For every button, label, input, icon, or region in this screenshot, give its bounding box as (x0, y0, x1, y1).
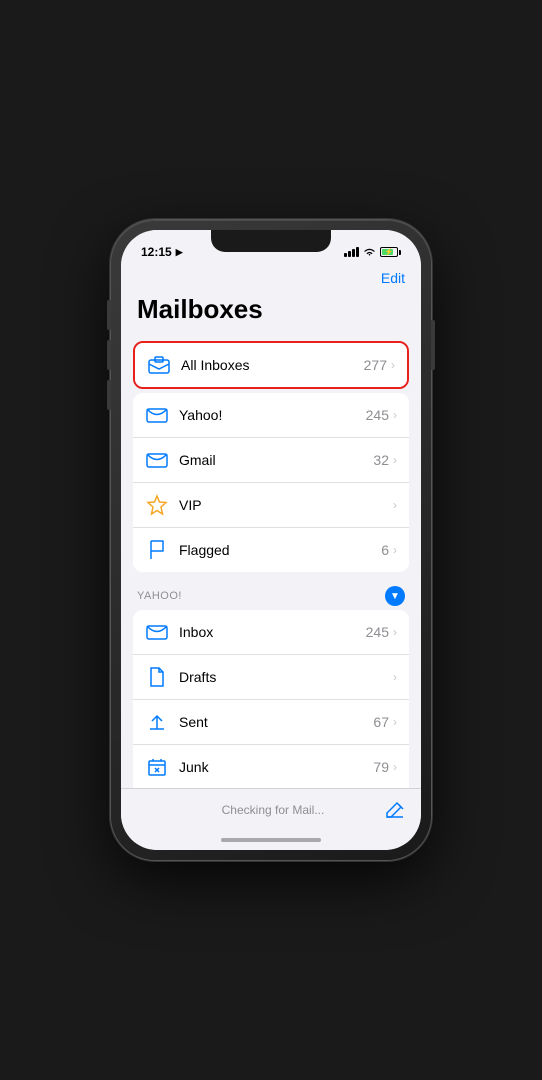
vip-label: VIP (179, 497, 389, 513)
status-time: 12:15 ▶ (141, 245, 183, 259)
home-indicator (121, 830, 421, 850)
signal-icon (344, 247, 359, 257)
battery-icon: ⚡ (380, 247, 401, 257)
mailbox-item-all-inboxes[interactable]: All Inboxes 277 › (135, 343, 407, 387)
home-bar (221, 838, 321, 842)
mailbox-item-flagged[interactable]: Flagged 6 › (133, 528, 409, 572)
yahoo-drafts-label: Drafts (179, 669, 389, 685)
checking-status: Checking for Mail... (161, 803, 385, 817)
page-title: Mailboxes (121, 294, 421, 337)
header: Edit (121, 266, 421, 294)
flagged-count: 6 (381, 542, 389, 558)
yahoo-sent-count: 67 (373, 714, 389, 730)
notch (211, 230, 331, 252)
all-inboxes-highlight: All Inboxes 277 › (133, 341, 409, 389)
yahoo-count: 245 (366, 407, 389, 423)
location-icon: ▶ (176, 247, 183, 258)
status-right: ⚡ (344, 247, 401, 257)
yahoo-section-header: YAHOO! ▼ (121, 580, 421, 610)
sent-icon (145, 710, 169, 734)
bottom-bar: Checking for Mail... (121, 788, 421, 830)
yahoo-sent-chevron: › (393, 715, 397, 729)
junk-icon (145, 755, 169, 779)
yahoo-inbox-chevron: › (393, 625, 397, 639)
yahoo-section-items: Inbox 245 › Drafts › (133, 610, 409, 788)
yahoo-inbox-count: 245 (366, 624, 389, 640)
yahoo-junk-chevron: › (393, 760, 397, 774)
all-inboxes-chevron: › (391, 358, 395, 372)
top-mailboxes-section: Yahoo! 245 › Gmail 32 › (133, 393, 409, 572)
yahoo-inbox-icon (145, 403, 169, 427)
edit-button[interactable]: Edit (381, 270, 405, 286)
yahoo-inbox-item[interactable]: Inbox 245 › (133, 610, 409, 655)
yahoo-chevron: › (393, 408, 397, 422)
gmail-inbox-icon (145, 448, 169, 472)
mailbox-item-yahoo[interactable]: Yahoo! 245 › (133, 393, 409, 438)
yahoo-sent-item[interactable]: Sent 67 › (133, 700, 409, 745)
inbox-icon (145, 620, 169, 644)
flag-icon (145, 538, 169, 562)
yahoo-sent-label: Sent (179, 714, 373, 730)
vip-star-icon (145, 493, 169, 517)
yahoo-section-label: YAHOO! (137, 590, 182, 602)
compose-button[interactable] (385, 801, 405, 819)
yahoo-collapse-button[interactable]: ▼ (385, 586, 405, 606)
drafts-icon (145, 665, 169, 689)
yahoo-junk-count: 79 (373, 759, 389, 775)
yahoo-junk-label: Junk (179, 759, 373, 775)
vip-chevron: › (393, 498, 397, 512)
phone-screen: 12:15 ▶ (121, 230, 421, 850)
yahoo-drafts-chevron: › (393, 670, 397, 684)
gmail-label: Gmail (179, 452, 373, 468)
flagged-label: Flagged (179, 542, 381, 558)
phone-frame: 12:15 ▶ (111, 220, 431, 860)
all-inboxes-count: 277 (364, 357, 387, 373)
time-display: 12:15 (141, 245, 172, 259)
gmail-chevron: › (393, 453, 397, 467)
yahoo-drafts-item[interactable]: Drafts › (133, 655, 409, 700)
all-inboxes-label: All Inboxes (181, 357, 364, 373)
wifi-icon (363, 247, 376, 257)
mailbox-item-gmail[interactable]: Gmail 32 › (133, 438, 409, 483)
yahoo-inbox-label: Inbox (179, 624, 366, 640)
flagged-chevron: › (393, 543, 397, 557)
yahoo-junk-item[interactable]: Junk 79 › (133, 745, 409, 788)
yahoo-label: Yahoo! (179, 407, 366, 423)
gmail-count: 32 (373, 452, 389, 468)
all-inboxes-icon (147, 353, 171, 377)
chevron-down-icon: ▼ (390, 591, 400, 602)
mailbox-item-vip[interactable]: VIP › (133, 483, 409, 528)
content-area: Edit Mailboxes All Inboxes 277 › (121, 266, 421, 788)
